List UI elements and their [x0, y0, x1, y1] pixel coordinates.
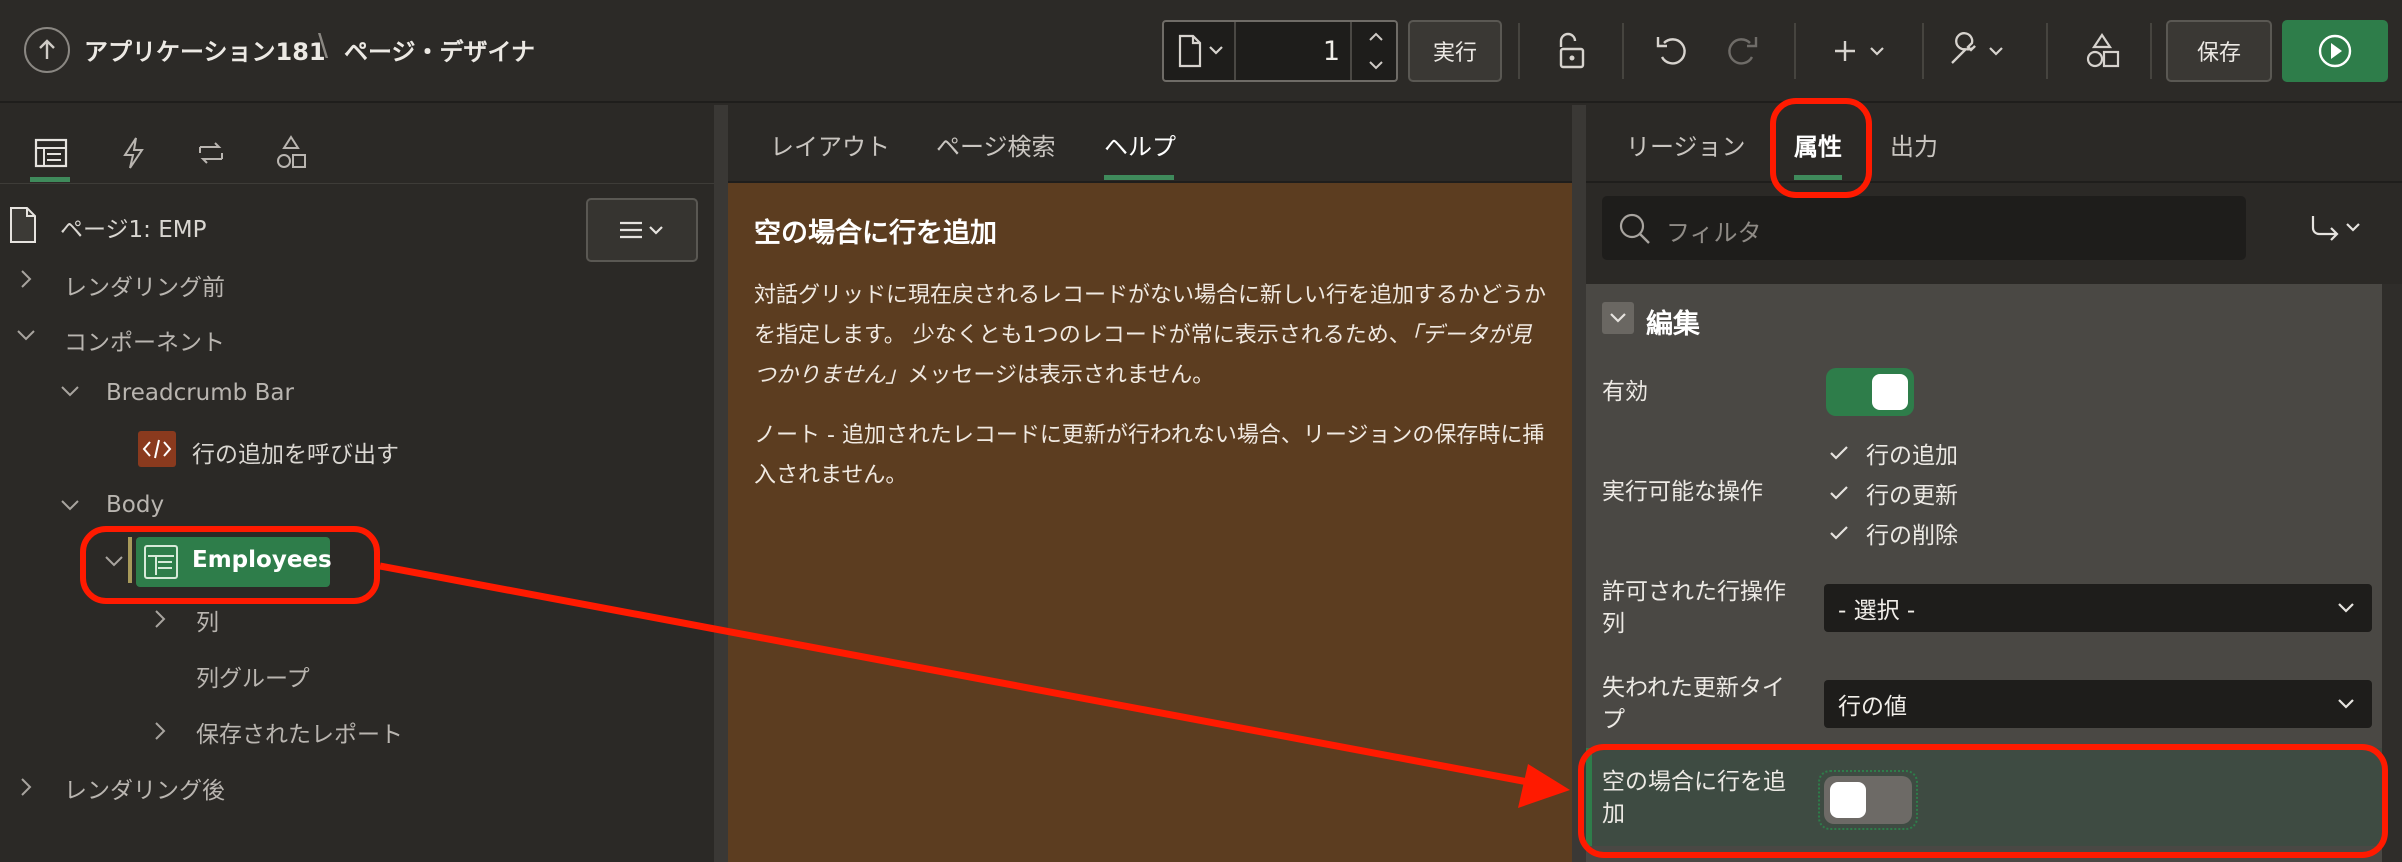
annotation-arrow	[379, 562, 1570, 808]
